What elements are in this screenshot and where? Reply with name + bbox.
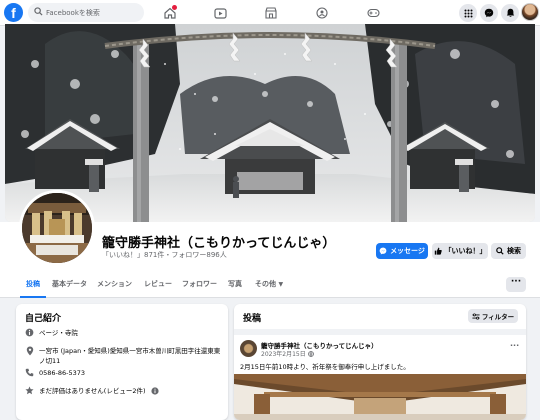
search-icon	[34, 7, 43, 16]
intro-title: 自己紹介	[25, 314, 62, 324]
rating-row: まだ評価はありません(レビュー2件)	[25, 386, 223, 396]
filter-icon	[472, 312, 480, 320]
post-author-avatar[interactable]	[240, 340, 257, 357]
notification-dot	[172, 5, 177, 10]
post-options-icon[interactable]: ···	[510, 341, 519, 350]
top-navigation-bar: f	[0, 0, 540, 26]
page-title: 籠守勝手神社（こもりかってじんじゃ）	[102, 236, 336, 251]
page-tabs: 投稿 基本データ メンション レビュー フォロワー 写真 その他 ▼	[0, 270, 540, 298]
notifications-icon[interactable]	[501, 4, 519, 22]
post-date-text: 2023年2月15日	[261, 351, 306, 358]
globe-icon	[307, 350, 314, 359]
filter-button[interactable]: フィルター	[468, 309, 518, 323]
snowy-shrine-photo	[5, 24, 535, 222]
address-text[interactable]: 一宮市 (Japan・愛知県)愛知県一宮市木曽川町黒田字往還東東ノ切11	[39, 346, 223, 366]
search-input[interactable]	[46, 3, 140, 22]
page-search-button-label: 検索	[507, 247, 521, 255]
post-date[interactable]: 2023年2月15日	[261, 349, 314, 359]
message-button[interactable]: メッセージ	[376, 243, 428, 259]
filter-button-label: フィルター	[481, 313, 515, 321]
phone-number[interactable]: 0586-86-5373	[39, 368, 85, 378]
post-separator	[234, 329, 526, 335]
page-category: ページ・寺院	[39, 329, 78, 337]
post-text: 2月15日午前10時より、祈年祭を御奉行申し上げました。	[240, 363, 410, 371]
caret-down-icon: ▼	[278, 281, 284, 288]
tab-mentions[interactable]: メンション	[97, 270, 132, 298]
gaming-icon[interactable]	[358, 3, 388, 23]
page-search-button[interactable]: 検索	[491, 243, 526, 259]
location-pin-icon	[25, 346, 34, 355]
like-button[interactable]: 「いいね！」	[432, 243, 488, 259]
rating-info-icon[interactable]	[150, 386, 159, 396]
intro-card: 自己紹介 ページ・寺院 一宮市 (Japan・愛知県)愛知県一宮市木曽川町黒田字…	[16, 304, 228, 420]
facebook-logo[interactable]: f	[4, 3, 23, 22]
video-icon[interactable]	[205, 3, 235, 23]
tab-reviews[interactable]: レビュー	[144, 270, 172, 298]
tab-posts[interactable]: 投稿	[20, 270, 46, 298]
tab-photos[interactable]: 写真	[228, 270, 242, 298]
message-button-label: メッセージ	[390, 247, 425, 255]
marketplace-icon[interactable]	[256, 3, 286, 23]
messenger-icon[interactable]	[480, 4, 498, 22]
page-stats: 「いいね！」871件・フォロワー896人	[102, 251, 227, 259]
menu-grid-icon[interactable]	[459, 4, 477, 22]
home-icon[interactable]	[155, 3, 185, 23]
phone-icon	[25, 368, 34, 377]
groups-icon[interactable]	[307, 3, 337, 23]
tab-more-label: その他	[255, 280, 276, 288]
like-button-label: 「いいね！」	[444, 247, 487, 255]
tab-more[interactable]: その他 ▼	[255, 270, 283, 298]
address-row: 一宮市 (Japan・愛知県)愛知県一宮市木曽川町黒田字往還東東ノ切11	[25, 346, 223, 366]
messenger-icon	[379, 247, 387, 255]
category-row: ページ・寺院	[25, 328, 223, 338]
search-icon	[496, 247, 504, 255]
user-avatar[interactable]	[521, 3, 539, 21]
post-image[interactable]	[234, 374, 526, 420]
tab-followers[interactable]: フォロワー	[182, 270, 217, 298]
posts-title: 投稿	[243, 314, 262, 324]
rating-text: まだ評価はありません(レビュー2件)	[39, 387, 146, 395]
page-profile-picture[interactable]	[19, 190, 95, 266]
cover-photo[interactable]	[5, 24, 535, 222]
phone-row: 0586-86-5373	[25, 368, 223, 378]
tab-about[interactable]: 基本データ	[52, 270, 87, 298]
more-options-button[interactable]: ···	[506, 277, 526, 292]
star-icon	[25, 386, 34, 395]
search-box[interactable]	[28, 3, 144, 22]
info-icon	[25, 328, 34, 337]
posts-card: 投稿 フィルター 籠守勝手神社（こもりかってじんじゃ） 2023年2月15日 ·…	[234, 304, 526, 420]
thumbs-up-icon	[434, 247, 442, 255]
